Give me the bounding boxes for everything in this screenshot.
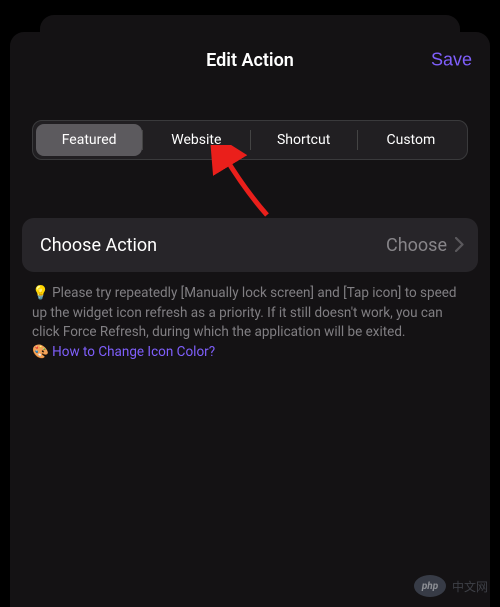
tab-website[interactable]: Website [143, 124, 249, 156]
chevron-right-icon [455, 233, 464, 257]
palette-icon: 🎨 [32, 344, 49, 360]
segmented-control: Featured Website Shortcut Custom [32, 120, 468, 160]
change-icon-color-link[interactable]: How to Change Icon Color? [52, 344, 215, 360]
page-title: Edit Action [206, 50, 294, 71]
modal-sheet: Edit Action Save Featured Website Shortc… [10, 32, 490, 607]
watermark-text: 中文网 [452, 578, 488, 595]
save-button[interactable]: Save [431, 50, 472, 71]
tab-shortcut[interactable]: Shortcut [251, 124, 357, 156]
watermark: php 中文网 [414, 575, 488, 597]
bulb-icon: 💡 [32, 285, 49, 301]
tab-custom[interactable]: Custom [358, 124, 464, 156]
hint-body: Please try repeatedly [Manually lock scr… [32, 285, 457, 340]
hint-text: 💡 Please try repeatedly [Manually lock s… [32, 284, 468, 362]
tab-featured[interactable]: Featured [36, 124, 142, 156]
choose-action-row[interactable]: Choose Action Choose [22, 218, 478, 272]
choose-action-value: Choose [386, 235, 447, 256]
modal-header: Edit Action Save [10, 32, 490, 88]
php-badge: php [414, 575, 446, 597]
choose-action-label: Choose Action [40, 235, 386, 256]
